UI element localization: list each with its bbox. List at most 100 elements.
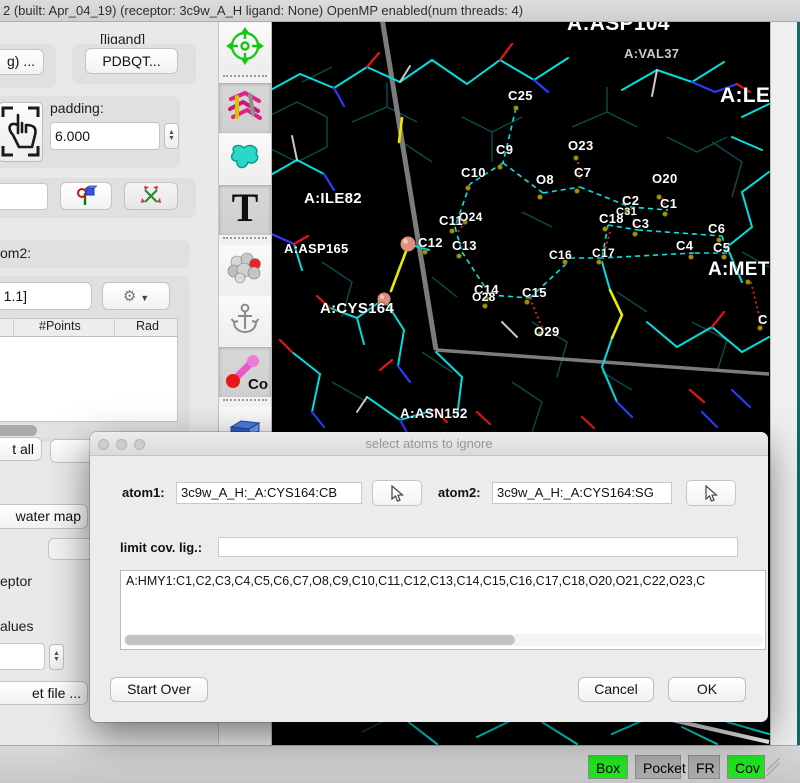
minimize-button[interactable] — [116, 439, 127, 450]
trackball-icon — [225, 26, 265, 71]
toolbar-separator — [223, 75, 267, 81]
resize-grip[interactable] — [764, 760, 782, 776]
value-stepper[interactable]: ▲▼ — [49, 644, 64, 670]
atom-label: O20 — [652, 171, 677, 186]
toolbar-separator — [223, 237, 267, 243]
dialog-titlebar: select atoms to ignore — [90, 432, 768, 456]
atom-label: C — [758, 312, 768, 327]
zoom-button[interactable] — [134, 439, 145, 450]
ok-button[interactable]: OK — [668, 677, 746, 702]
ribbon-tool-button[interactable] — [219, 83, 271, 133]
ignored-atoms-textarea[interactable]: A:HMY1:C1,C2,C3,C4,C5,C6,C7,O8,C9,C10,C1… — [120, 570, 766, 650]
atom2-field[interactable]: 3c9w_A_H:_A:CYS164:SG — [492, 482, 672, 504]
status-bar: Box Pocket FR Cov — [0, 745, 800, 783]
padding-input[interactable]: 6.000 — [50, 122, 160, 150]
mode-button-cov[interactable]: Cov — [727, 755, 765, 779]
residue-label: A:ASN152 — [400, 406, 468, 421]
atom2-section-label: om2: — [0, 245, 31, 261]
limit-cov-lig-label: limit cov. lig.: — [120, 540, 202, 555]
atom1-field[interactable]: 3c9w_A_H:_A:CYS164:CB — [176, 482, 362, 504]
atom-label: C7 — [574, 165, 591, 180]
gear-icon: ⚙ — [123, 288, 136, 305]
scrollbar-thumb[interactable] — [0, 425, 37, 436]
residue-label: A:ASP165 — [284, 241, 349, 256]
site-input[interactable]: ite 1.1] — [0, 282, 92, 310]
atom-label: C10 — [461, 165, 486, 180]
atom-label: O28 — [472, 290, 496, 304]
mode-button-box[interactable]: Box — [588, 755, 628, 779]
pdbqt-button[interactable]: PDBQT... — [85, 48, 178, 74]
receptor-label: eptor — [0, 573, 32, 589]
cursor-pointer-icon — [390, 485, 404, 502]
atom-label: C15 — [522, 285, 547, 300]
svg-text:T: T — [232, 187, 259, 229]
cursor-pointer-icon — [704, 485, 718, 502]
select-all-button[interactable]: t all — [0, 437, 42, 461]
limit-cov-lig-field[interactable] — [218, 537, 738, 557]
residue-label: A:ASP104 — [567, 22, 670, 36]
values-label: alues — [0, 618, 33, 634]
dialog-title: select atoms to ignore — [365, 436, 492, 451]
atom-label: C12 — [418, 235, 443, 250]
ligand-file-button[interactable]: g) ... — [0, 49, 44, 75]
hand-select-icon — [0, 103, 42, 161]
spheres-tool-button[interactable] — [219, 245, 271, 295]
window-title: 2 (built: Apr_04_19) (receptor: 3c9w_A_H… — [0, 0, 800, 22]
trackball-tool-button[interactable] — [219, 23, 271, 73]
points-column-header: #Points — [39, 319, 81, 333]
textarea-horizontal-scrollbar[interactable] — [123, 634, 763, 646]
close-button[interactable] — [98, 439, 109, 450]
atom2-pick-button[interactable] — [686, 480, 736, 506]
covalent-tool-button[interactable]: Co — [219, 347, 271, 397]
ribbon-icon — [225, 87, 265, 130]
pick-box-button[interactable] — [0, 102, 43, 162]
points-table-body[interactable] — [0, 337, 178, 422]
text-label-icon: T — [227, 187, 263, 234]
tools-text-field[interactable] — [0, 183, 48, 210]
mode-button-fr[interactable]: FR — [688, 755, 720, 779]
text-label-tool-button[interactable]: T — [219, 185, 271, 235]
residue-label: A:CYS164 — [320, 300, 394, 317]
ligand-tree-icon — [75, 185, 97, 207]
cancel-button[interactable]: Cancel — [578, 677, 654, 702]
mode-button-pocket[interactable]: Pocket — [635, 755, 681, 779]
ligand-surface-tool-button[interactable] — [219, 134, 271, 184]
ligand-surface-icon — [228, 142, 262, 177]
residue-label: A:MET — [708, 259, 770, 281]
toolbar-separator — [223, 399, 267, 405]
site-gear-menu[interactable]: ⚙ ▼ — [102, 282, 170, 310]
atom-label: C6 — [708, 221, 725, 236]
expand-view-button[interactable] — [124, 182, 178, 210]
anchor-tool-button[interactable] — [219, 296, 271, 346]
padding-label: padding: — [50, 100, 104, 116]
atom-label: C9 — [496, 142, 513, 157]
atom-label: C25 — [508, 88, 533, 103]
residue-label: A:ILE82 — [304, 190, 362, 207]
atom-label: C3 — [632, 216, 649, 231]
ignored-atoms-text: A:HMY1:C1,C2,C3,C4,C5,C6,C7,O8,C9,C10,C1… — [126, 574, 705, 588]
atom-label: C1 — [660, 196, 677, 211]
radius-column-header: Rad — [136, 319, 159, 333]
residue-label: A:LE — [720, 84, 770, 108]
atom-label: C11 — [439, 213, 463, 228]
padding-stepper[interactable]: ▲▼ — [164, 123, 179, 149]
atom2-label: atom2: — [438, 485, 481, 500]
stepper-down-icon: ▼ — [53, 657, 60, 663]
covalent-tool-label: Co — [248, 376, 268, 393]
application-window: 2 (built: Apr_04_19) (receptor: 3c9w_A_H… — [0, 0, 800, 783]
water-map-button[interactable]: water map — [0, 504, 88, 529]
atom1-label: atom1: — [122, 485, 165, 500]
atom-label: C4 — [676, 238, 693, 253]
atom-label: C5 — [713, 240, 730, 255]
atom1-pick-button[interactable] — [372, 480, 422, 506]
anchor-icon — [230, 302, 260, 341]
start-over-button[interactable]: Start Over — [110, 677, 208, 702]
scrollbar-thumb[interactable] — [125, 635, 515, 645]
points-table-header: #Points Rad — [0, 318, 178, 337]
select-atoms-dialog: select atoms to ignore atom1: 3c9w_A_H:_… — [90, 432, 768, 722]
set-file-button[interactable]: et file ... — [0, 681, 88, 705]
chevron-down-icon: ▼ — [140, 293, 149, 303]
show-ligand-button[interactable] — [60, 182, 112, 210]
residue-label: A:VAL37 — [624, 46, 679, 61]
value-input[interactable] — [0, 643, 45, 670]
